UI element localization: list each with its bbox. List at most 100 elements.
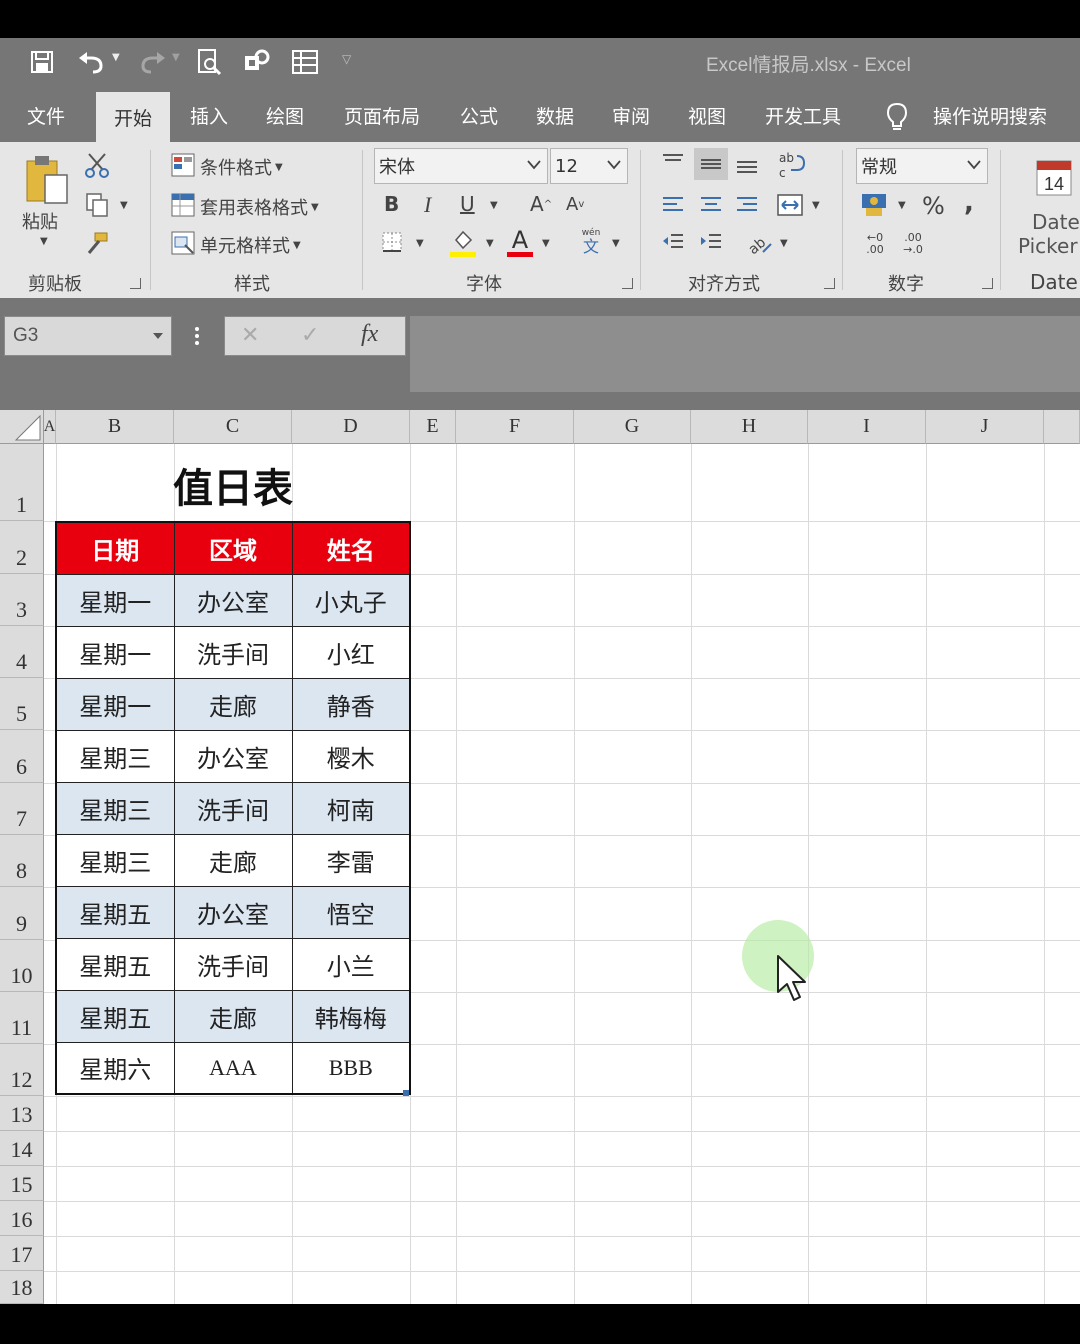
row-header-8[interactable]: 8 — [0, 835, 44, 887]
redo-dropdown-icon[interactable]: ▼ — [172, 52, 180, 63]
align-right-icon[interactable] — [734, 192, 760, 216]
table-cell[interactable]: 星期五 — [55, 989, 175, 1043]
table-resize-handle[interactable] — [403, 1090, 409, 1096]
table-cell[interactable]: 办公室 — [173, 885, 293, 939]
accounting-dropdown-icon[interactable]: ▼ — [898, 200, 906, 211]
underline-dropdown-icon[interactable]: ▼ — [490, 200, 498, 211]
header-cell-name[interactable]: 姓名 — [291, 521, 411, 575]
col-header-a[interactable]: A — [44, 410, 56, 444]
tab-page-layout[interactable]: 页面布局 — [334, 88, 430, 142]
underline-button[interactable]: U — [460, 192, 475, 216]
addin-icon[interactable] — [242, 46, 272, 78]
table-cell[interactable]: 星期五 — [55, 885, 175, 939]
tab-view[interactable]: 视图 — [676, 88, 738, 142]
align-left-icon[interactable] — [660, 192, 686, 216]
col-header-c[interactable]: C — [174, 410, 292, 444]
number-format-combo[interactable]: 常规 — [856, 148, 988, 184]
table-cell[interactable]: 走廊 — [173, 677, 293, 731]
select-all-button[interactable] — [0, 410, 44, 444]
row-header-1[interactable]: 1 — [0, 444, 44, 521]
table-cell[interactable]: 柯南 — [291, 781, 411, 835]
name-box[interactable]: G3 — [4, 316, 172, 356]
cell-styles-button[interactable]: 单元格样式 ▼ — [200, 232, 301, 258]
tab-data[interactable]: 数据 — [524, 88, 586, 142]
row-header-9[interactable]: 9 — [0, 887, 44, 940]
table-cell[interactable]: 洗手间 — [173, 781, 293, 835]
paste-button[interactable]: 粘贴 — [22, 208, 58, 234]
fill-color-dropdown-icon[interactable]: ▼ — [486, 238, 494, 249]
cancel-icon[interactable]: ✕ — [241, 323, 259, 348]
col-header-k[interactable] — [1044, 410, 1080, 444]
decrease-indent-icon[interactable] — [660, 230, 686, 254]
col-header-e[interactable]: E — [410, 410, 456, 444]
table-cell[interactable]: 星期三 — [55, 833, 175, 887]
insert-function-icon[interactable]: fx — [361, 321, 378, 348]
table-cell[interactable]: 星期一 — [55, 625, 175, 679]
row-header-12[interactable]: 12 — [0, 1044, 44, 1096]
form-icon[interactable] — [290, 46, 320, 78]
tab-insert[interactable]: 插入 — [178, 88, 240, 142]
format-as-table-button[interactable]: 套用表格格式 ▼ — [200, 194, 319, 220]
table-cell[interactable]: 星期一 — [55, 677, 175, 731]
table-cell[interactable]: 洗手间 — [173, 625, 293, 679]
row-header-4[interactable]: 4 — [0, 626, 44, 678]
merge-dropdown-icon[interactable]: ▼ — [812, 200, 820, 211]
shrink-font-button[interactable]: Av — [566, 194, 584, 215]
row-header-16[interactable]: 16 — [0, 1201, 44, 1236]
format-painter-icon[interactable] — [84, 230, 110, 256]
lightbulb-icon[interactable] — [884, 102, 910, 132]
table-cell[interactable]: 洗手间 — [173, 937, 293, 991]
number-launcher-icon[interactable] — [982, 278, 993, 289]
date-picker-line1[interactable]: Date — [1032, 210, 1080, 234]
table-cell[interactable]: 星期五 — [55, 937, 175, 991]
save-icon[interactable] — [28, 46, 56, 78]
table-cell[interactable]: 星期三 — [55, 781, 175, 835]
row-header-7[interactable]: 7 — [0, 783, 44, 835]
orientation-dropdown-icon[interactable]: ▼ — [780, 238, 788, 249]
table-cell[interactable]: 樱木 — [291, 729, 411, 783]
italic-button[interactable]: I — [424, 192, 431, 218]
row-header-6[interactable]: 6 — [0, 730, 44, 783]
col-header-i[interactable]: I — [808, 410, 926, 444]
borders-icon[interactable] — [380, 230, 404, 254]
bold-button[interactable]: B — [384, 192, 399, 216]
more-options-icon[interactable] — [194, 326, 200, 346]
copy-icon[interactable] — [84, 192, 110, 218]
table-cell[interactable]: 办公室 — [173, 729, 293, 783]
table-cell[interactable]: 李雷 — [291, 833, 411, 887]
col-header-g[interactable]: G — [574, 410, 691, 444]
align-center-icon[interactable] — [698, 192, 724, 216]
row-header-17[interactable]: 17 — [0, 1236, 44, 1271]
tell-me-search[interactable]: 操作说明搜索 — [922, 88, 1058, 142]
merge-center-icon[interactable] — [776, 192, 804, 218]
table-cell[interactable]: 小红 — [291, 625, 411, 679]
orientation-icon[interactable]: ab — [744, 230, 774, 256]
date-picker-line2[interactable]: Picker — [1018, 234, 1078, 258]
conditional-formatting-button[interactable]: 条件格式 ▼ — [200, 154, 283, 180]
calendar-icon[interactable]: 14 — [1036, 158, 1072, 196]
row-header-10[interactable]: 10 — [0, 940, 44, 992]
tab-home[interactable]: 开始 — [96, 92, 170, 142]
phonetic-guide-icon[interactable]: wén 文 — [578, 226, 604, 258]
row-header-5[interactable]: 5 — [0, 678, 44, 730]
alignment-launcher-icon[interactable] — [824, 278, 835, 289]
clipboard-launcher-icon[interactable] — [130, 278, 141, 289]
print-preview-icon[interactable] — [194, 46, 224, 78]
row-header-14[interactable]: 14 — [0, 1131, 44, 1166]
col-header-d[interactable]: D — [292, 410, 410, 444]
font-name-combo[interactable]: 宋体 — [374, 148, 548, 184]
col-header-f[interactable]: F — [456, 410, 574, 444]
col-header-h[interactable]: H — [691, 410, 808, 444]
table-cell[interactable]: 星期三 — [55, 729, 175, 783]
customize-qat-icon[interactable]: ▽ — [342, 52, 351, 66]
tab-formulas[interactable]: 公式 — [448, 88, 510, 142]
increase-decimal-icon[interactable]: ←0 .00 — [860, 230, 890, 258]
tab-developer[interactable]: 开发工具 — [754, 88, 852, 142]
enter-icon[interactable]: ✓ — [301, 323, 319, 348]
undo-icon[interactable] — [76, 46, 106, 78]
align-middle-icon[interactable] — [694, 148, 728, 180]
table-cell[interactable]: 走廊 — [173, 833, 293, 887]
table-cell[interactable]: BBB — [291, 1041, 411, 1095]
table-cell[interactable]: 小兰 — [291, 937, 411, 991]
header-cell-area[interactable]: 区域 — [173, 521, 293, 575]
